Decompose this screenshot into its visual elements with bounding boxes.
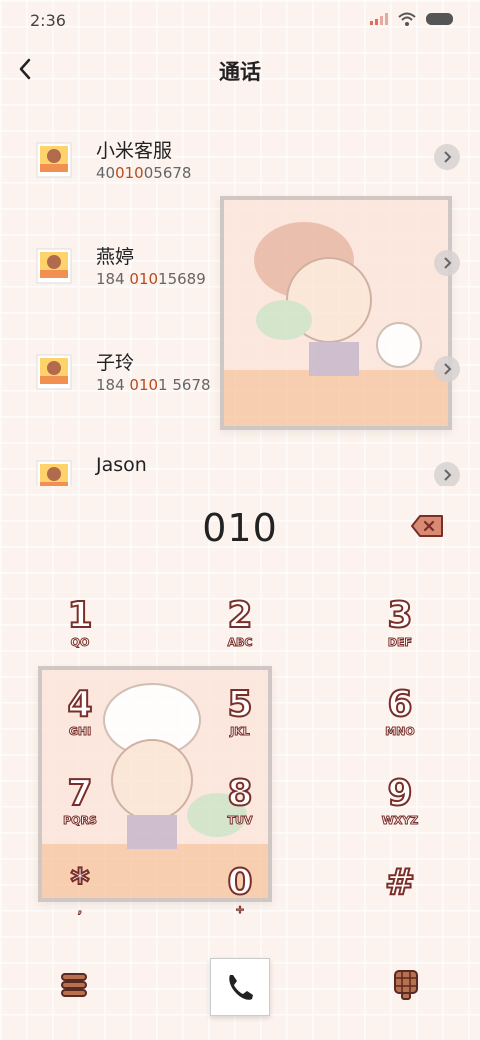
battery-icon (426, 13, 453, 25)
status-bar: 2:36 (0, 0, 480, 40)
matched-digits: 010 (129, 376, 159, 394)
key-star[interactable]: *, (30, 862, 130, 933)
status-time: 2:36 (30, 11, 66, 30)
wifi-icon (398, 12, 416, 26)
key-9[interactable]: 9 WXYZ (350, 773, 450, 844)
key-3[interactable]: 3 DEF (350, 595, 450, 666)
key-5[interactable]: 5 JKL (190, 684, 290, 755)
page-title: 通话 (219, 60, 261, 84)
backspace-icon[interactable] (410, 514, 444, 538)
contact-name: 燕婷 (96, 246, 135, 268)
contact-list: 小米客服 4001005678 燕婷 184 01015689 子玲 184 0… (0, 112, 480, 486)
chevron-right-icon[interactable] (434, 144, 460, 170)
dialpad-icon[interactable] (394, 970, 418, 1000)
chevron-right-icon[interactable] (434, 356, 460, 382)
key-4[interactable]: 4 GHI (30, 684, 130, 755)
call-button[interactable] (210, 958, 270, 1016)
contact-row[interactable]: Jason (0, 430, 480, 486)
sticker-avatar-icon (36, 354, 72, 390)
phone-icon (229, 975, 253, 1000)
contact-row[interactable]: 子玲 184 0101 5678 (0, 324, 480, 430)
menu-icon[interactable] (60, 972, 88, 998)
contact-name: Jason (96, 454, 147, 476)
contact-row[interactable]: 燕婷 184 01015689 (0, 218, 480, 324)
key-7[interactable]: 7 PQRS (30, 773, 130, 844)
dialed-number: 010 (202, 506, 278, 550)
key-hash[interactable]: # (350, 862, 450, 933)
chevron-right-icon[interactable] (434, 462, 460, 486)
key-1[interactable]: 1 QO (30, 595, 130, 666)
matched-digits: 010 (115, 164, 144, 182)
dial-display: 010 (0, 500, 480, 556)
signal-icon (370, 13, 388, 25)
bottom-bar (0, 950, 480, 1030)
contact-name: 小米客服 (96, 140, 173, 162)
sticker-avatar-icon (36, 460, 72, 486)
contact-name: 子玲 (96, 352, 135, 374)
contact-number: 184 0101 5678 (96, 376, 211, 394)
sticker-avatar-icon (36, 248, 72, 284)
chevron-right-icon[interactable] (434, 250, 460, 276)
key-6[interactable]: 6 MNO (350, 684, 450, 755)
contact-number: 4001005678 (96, 164, 192, 182)
contact-row[interactable]: 小米客服 4001005678 (0, 112, 480, 218)
matched-digits: 010 (129, 270, 159, 288)
contact-number: 184 01015689 (96, 270, 206, 288)
keypad: 1 QO 2 ABC 3 DEF 4 GHI 5 JKL 6 MNO 7 PQRS 8 TUV … (0, 595, 480, 926)
header: 通话 (0, 40, 480, 100)
key-2[interactable]: 2 ABC (190, 595, 290, 666)
key-0[interactable]: 0 + (190, 862, 290, 933)
sticker-avatar-icon (36, 142, 72, 178)
key-8[interactable]: 8 TUV (190, 773, 290, 844)
